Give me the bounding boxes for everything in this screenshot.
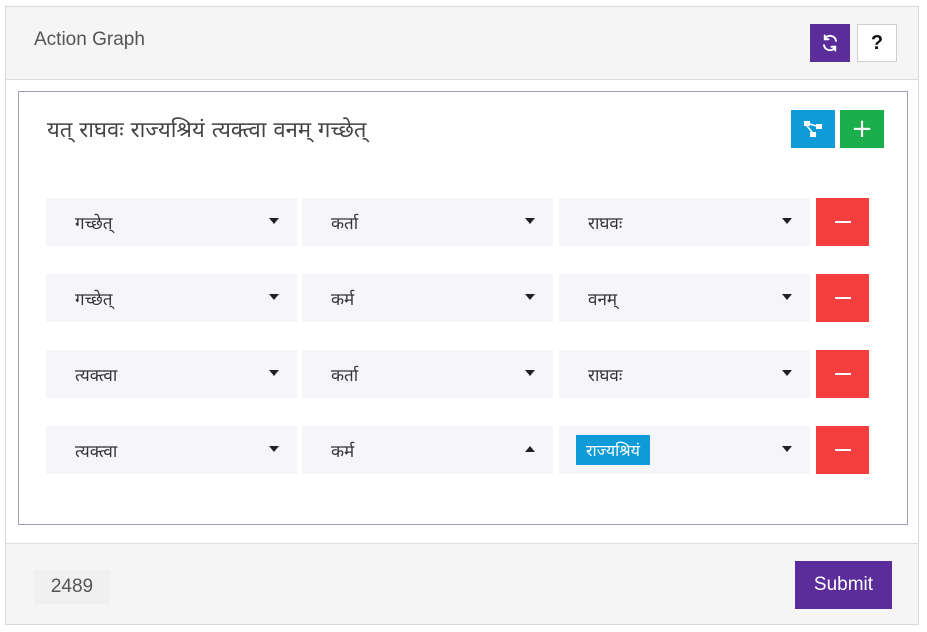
relation-select[interactable]: कर्ता [302,198,553,246]
card-footer: 2489 Submit [6,543,918,624]
minus-icon [834,221,851,223]
source-select[interactable]: गच्छेत् [46,198,297,246]
target-value: राघवः [588,213,623,234]
target-select[interactable]: राज्यश्रियं [559,426,810,474]
remove-row-button[interactable] [816,350,869,398]
card-title: Action Graph [34,29,145,50]
relation-value: कर्ता [331,365,359,386]
relation-select[interactable]: कर्ता [302,350,553,398]
relation-value: कर्म [331,289,355,310]
caret-down-icon [782,218,792,224]
refresh-icon [823,34,837,52]
caret-down-icon [782,370,792,376]
graph-panel: यत् राघवः राज्यश्रियं त्यक्त्वा वनम् गच्… [18,91,908,525]
target-select[interactable]: राघवः [559,350,810,398]
caret-down-icon [525,370,535,376]
remove-row-button[interactable] [816,198,869,246]
relation-row: गच्छेत् कर्ता राघवः [46,198,870,246]
caret-down-icon [269,218,279,224]
source-value: त्यक्त्वा [75,441,118,462]
source-value: गच्छेत् [75,289,113,310]
caret-down-icon [525,218,535,224]
target-select[interactable]: राघवः [559,198,810,246]
relation-select[interactable]: कर्म [302,426,553,474]
sentence-text: यत् राघवः राज्यश्रियं त्यक्त्वा वनम् गच्… [47,118,367,143]
minus-icon [834,449,851,451]
target-select[interactable]: वनम् [559,274,810,322]
caret-down-icon [782,294,792,300]
card-header: Action Graph ? [6,7,918,80]
view-graph-button[interactable] [791,110,835,148]
remove-row-button[interactable] [816,274,869,322]
caret-down-icon [269,294,279,300]
action-graph-card: Action Graph ? यत् राघवः राज्यश्रियं त्य… [5,6,919,625]
caret-up-icon [525,446,535,452]
relation-select[interactable]: कर्म [302,274,553,322]
source-value: गच्छेत् [75,213,113,234]
relation-row: त्यक्त्वा कर्म राज्यश्रियं [46,426,870,474]
count-badge: 2489 [34,570,110,604]
graph-icon [804,121,822,137]
add-row-button[interactable]: + [840,110,884,148]
caret-down-icon [269,370,279,376]
caret-down-icon [782,446,792,452]
source-select[interactable]: गच्छेत् [46,274,297,322]
relation-row: त्यक्त्वा कर्ता राघवः [46,350,870,398]
target-value: राघवः [588,365,623,386]
selected-tag[interactable]: राज्यश्रियं [576,435,650,465]
caret-down-icon [525,294,535,300]
relation-value: कर्ता [331,213,359,234]
refresh-button[interactable] [810,24,850,62]
target-value: वनम् [588,289,618,310]
source-select[interactable]: त्यक्त्वा [46,350,297,398]
minus-icon [834,297,851,299]
source-select[interactable]: त्यक्त्वा [46,426,297,474]
remove-row-button[interactable] [816,426,869,474]
submit-button[interactable]: Submit [795,561,892,609]
minus-icon [834,373,851,375]
caret-down-icon [269,446,279,452]
source-value: त्यक्त्वा [75,365,118,386]
relation-value: कर्म [331,441,355,462]
help-button[interactable]: ? [857,24,897,62]
relation-row: गच्छेत् कर्म वनम् [46,274,870,322]
